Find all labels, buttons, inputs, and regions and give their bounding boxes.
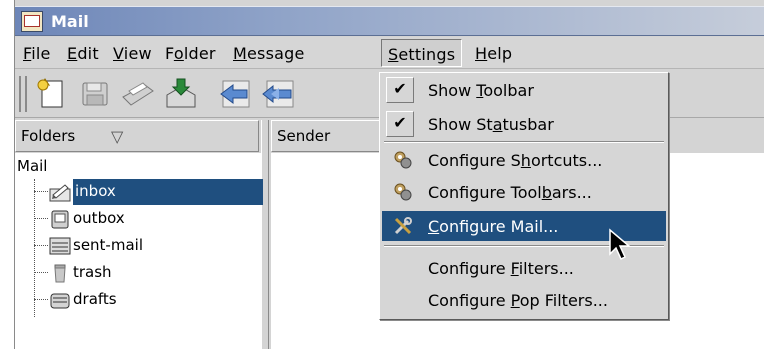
mail-app-icon — [21, 11, 43, 32]
menu-help[interactable]: Help — [475, 44, 512, 63]
menu-item-label: Configure Filters... — [428, 259, 574, 278]
settings-menu-dropdown: ✔ Show Toolbar ✔ Show Statusbar Configur… — [379, 72, 669, 320]
menu-item-configure-toolbars[interactable]: Configure Toolbars... — [382, 177, 666, 207]
menu-settings[interactable]: Settings — [381, 39, 463, 67]
folder-trash[interactable]: trash — [27, 260, 263, 286]
menu-file[interactable]: File — [23, 44, 51, 63]
new-message-icon[interactable] — [33, 77, 69, 111]
sort-triangle-icon: ▽ — [111, 127, 124, 146]
sender-header-label: Sender — [277, 127, 331, 145]
menu-separator — [384, 141, 664, 143]
tree-connector — [34, 245, 48, 246]
toolbar-grip-handle[interactable] — [19, 76, 27, 112]
folder-sent-mail[interactable]: sent-mail — [27, 233, 263, 259]
menu-item-label: Configure Toolbars... — [428, 183, 592, 202]
reply-all-icon[interactable] — [261, 77, 297, 111]
folder-label: sent-mail — [73, 236, 143, 254]
trash-icon — [49, 262, 71, 284]
menu-message[interactable]: Message — [233, 44, 305, 63]
menu-item-show-statusbar[interactable]: ✔ Show Statusbar — [382, 109, 666, 139]
folder-label: outbox — [73, 209, 125, 227]
checkmark-icon: ✔ — [386, 77, 414, 103]
menu-view[interactable]: View — [113, 44, 152, 63]
menu-folder[interactable]: Folder — [165, 44, 216, 63]
tree-connector — [34, 272, 48, 273]
checkmark-icon: ✔ — [386, 111, 414, 137]
menu-bar: File Edit View Folder Message Settings H… — [15, 37, 764, 69]
folder-drafts[interactable]: drafts — [27, 287, 263, 313]
menu-item-configure-shortcuts[interactable]: Configure Shortcuts... — [382, 145, 666, 175]
menu-item-label: Configure Mail... — [428, 217, 559, 236]
menu-item-label: Show Toolbar — [428, 81, 534, 100]
tree-connector — [34, 218, 48, 219]
mouse-pointer-icon — [608, 228, 634, 262]
folders-header-label: Folders — [21, 127, 76, 145]
sent-mail-icon — [49, 235, 71, 257]
inbox-icon — [49, 181, 71, 203]
menu-item-show-toolbar[interactable]: ✔ Show Toolbar — [382, 75, 666, 105]
window-title: Mail — [51, 12, 89, 31]
folder-inbox[interactable]: inbox — [27, 179, 263, 205]
folder-tree: Mail inbox outbox sent-mail trash drafts — [15, 153, 263, 349]
tools-icon — [392, 215, 414, 237]
folder-label: inbox — [75, 182, 116, 200]
menu-edit[interactable]: Edit — [67, 44, 99, 63]
print-icon[interactable] — [119, 77, 155, 111]
title-bar[interactable]: Mail — [15, 6, 764, 36]
menu-item-label: Show Statusbar — [428, 115, 554, 134]
get-mail-icon[interactable] — [163, 77, 199, 111]
tree-root-mail[interactable]: Mail — [17, 157, 47, 175]
tree-connector — [34, 191, 48, 192]
folder-label: drafts — [73, 290, 117, 308]
folder-outbox[interactable]: outbox — [27, 206, 263, 232]
folders-column-header[interactable]: Folders ▽ — [15, 120, 259, 152]
menu-item-label: Configure Pop Filters... — [428, 291, 608, 310]
drafts-icon — [49, 289, 71, 311]
save-icon[interactable] — [77, 77, 113, 111]
outbox-icon — [49, 208, 71, 230]
tree-connector — [34, 299, 48, 300]
menu-item-label: Configure Shortcuts... — [428, 151, 603, 170]
configure-icon — [392, 149, 414, 171]
menu-item-configure-pop-filters[interactable]: Configure Pop Filters... — [382, 285, 666, 315]
folder-label: trash — [73, 263, 112, 281]
reply-icon[interactable] — [217, 77, 253, 111]
configure-icon — [392, 181, 414, 203]
